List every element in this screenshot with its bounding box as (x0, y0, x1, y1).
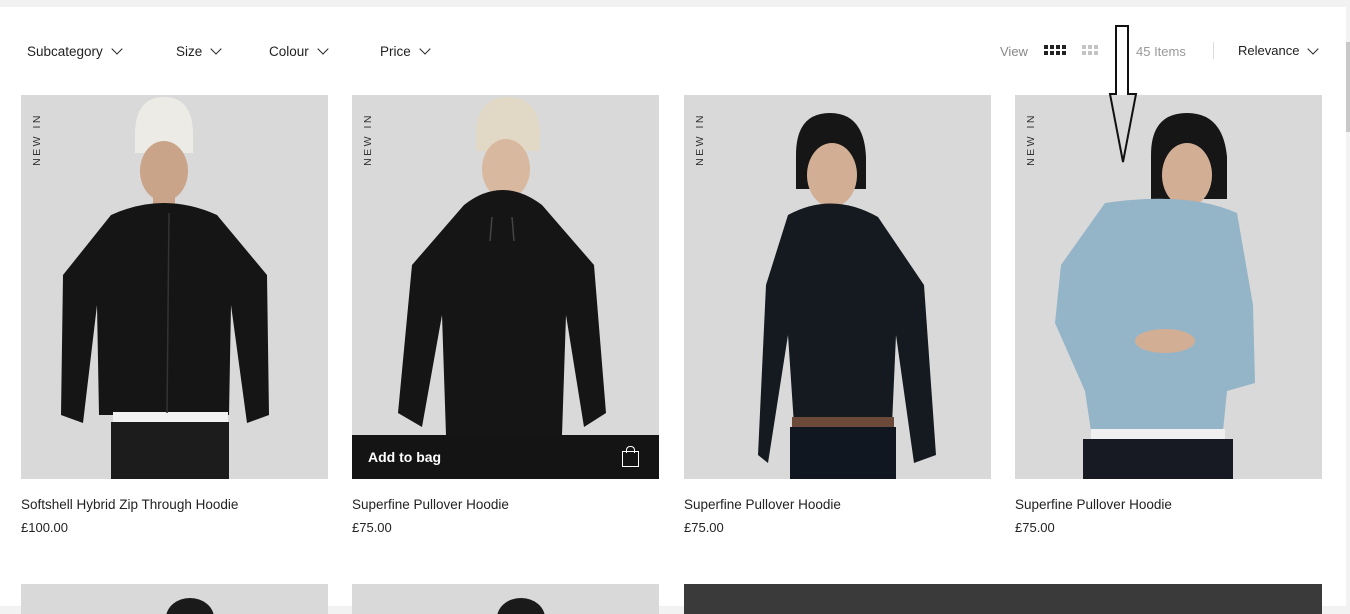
chevron-down-icon (419, 43, 431, 55)
product-name[interactable]: Superfine Pullover Hoodie (684, 497, 841, 512)
chevron-down-icon (1307, 42, 1320, 55)
product-image[interactable]: NEW IN (21, 95, 328, 479)
product-image[interactable]: NEW IN Add to bag (352, 95, 659, 479)
product-name[interactable]: Superfine Pullover Hoodie (1015, 497, 1172, 512)
product-card[interactable]: NEW IN Softshell Hybrid Zip Through Hood… (21, 95, 328, 565)
add-to-bag-label: Add to bag (368, 449, 442, 465)
filter-bar: Subcategory Size Colour Price View 45 It… (0, 7, 1346, 95)
view-label: View (1000, 44, 1028, 59)
product-card-partial[interactable] (21, 584, 328, 614)
add-to-bag-button[interactable]: Add to bag (352, 435, 659, 479)
filter-price[interactable]: Price (380, 43, 431, 59)
filter-price-label: Price (380, 43, 411, 59)
chevron-down-icon (317, 43, 329, 55)
toolbar-divider (1213, 42, 1214, 59)
filter-subcategory[interactable]: Subcategory (27, 43, 123, 59)
product-listing-page: Subcategory Size Colour Price View 45 It… (0, 7, 1346, 614)
product-photo (61, 97, 269, 479)
product-photo (398, 97, 606, 435)
grid-4-icon[interactable] (1044, 45, 1066, 55)
product-price: £75.00 (684, 520, 724, 535)
scrollbar-thumb[interactable] (1346, 42, 1350, 132)
new-in-badge: NEW IN (694, 113, 706, 166)
product-card[interactable]: NEW IN Superfine Pullover Hoodie £75.00 (1015, 95, 1322, 565)
promo-banner-partial[interactable] (684, 584, 1322, 614)
bag-icon (622, 446, 639, 467)
product-photo (1055, 113, 1255, 479)
product-image[interactable]: NEW IN (1015, 95, 1322, 479)
product-card[interactable]: NEW IN Superfine Pullover Hoodie £75.00 (684, 95, 991, 565)
product-price: £75.00 (352, 520, 392, 535)
product-image[interactable]: NEW IN (684, 95, 991, 479)
down-arrow-annotation (1108, 25, 1138, 163)
product-card[interactable]: NEW IN Add to bag Superfine Pullover Hoo… (352, 95, 659, 565)
filter-subcategory-label: Subcategory (27, 43, 103, 59)
product-price: £75.00 (1015, 520, 1055, 535)
scrollbar[interactable] (1346, 0, 1350, 606)
product-photo-partial (166, 598, 214, 614)
new-in-badge: NEW IN (1025, 113, 1037, 166)
chevron-down-icon (210, 43, 222, 55)
filter-size[interactable]: Size (176, 43, 222, 59)
filter-size-label: Size (176, 43, 203, 59)
product-card-partial[interactable] (352, 584, 659, 614)
product-photo-partial (497, 598, 545, 614)
product-name[interactable]: Softshell Hybrid Zip Through Hoodie (21, 497, 238, 512)
product-price: £100.00 (21, 520, 68, 535)
new-in-badge: NEW IN (31, 113, 43, 166)
grid-3-icon[interactable] (1082, 45, 1098, 55)
sort-dropdown[interactable]: Relevance (1238, 42, 1320, 58)
product-name[interactable]: Superfine Pullover Hoodie (352, 497, 509, 512)
product-photo (758, 113, 936, 479)
items-count: 45 Items (1136, 44, 1186, 59)
new-in-badge: NEW IN (362, 113, 374, 166)
filter-colour[interactable]: Colour (269, 43, 329, 59)
chevron-down-icon (111, 43, 123, 55)
sort-label: Relevance (1238, 43, 1300, 58)
filter-colour-label: Colour (269, 43, 309, 59)
